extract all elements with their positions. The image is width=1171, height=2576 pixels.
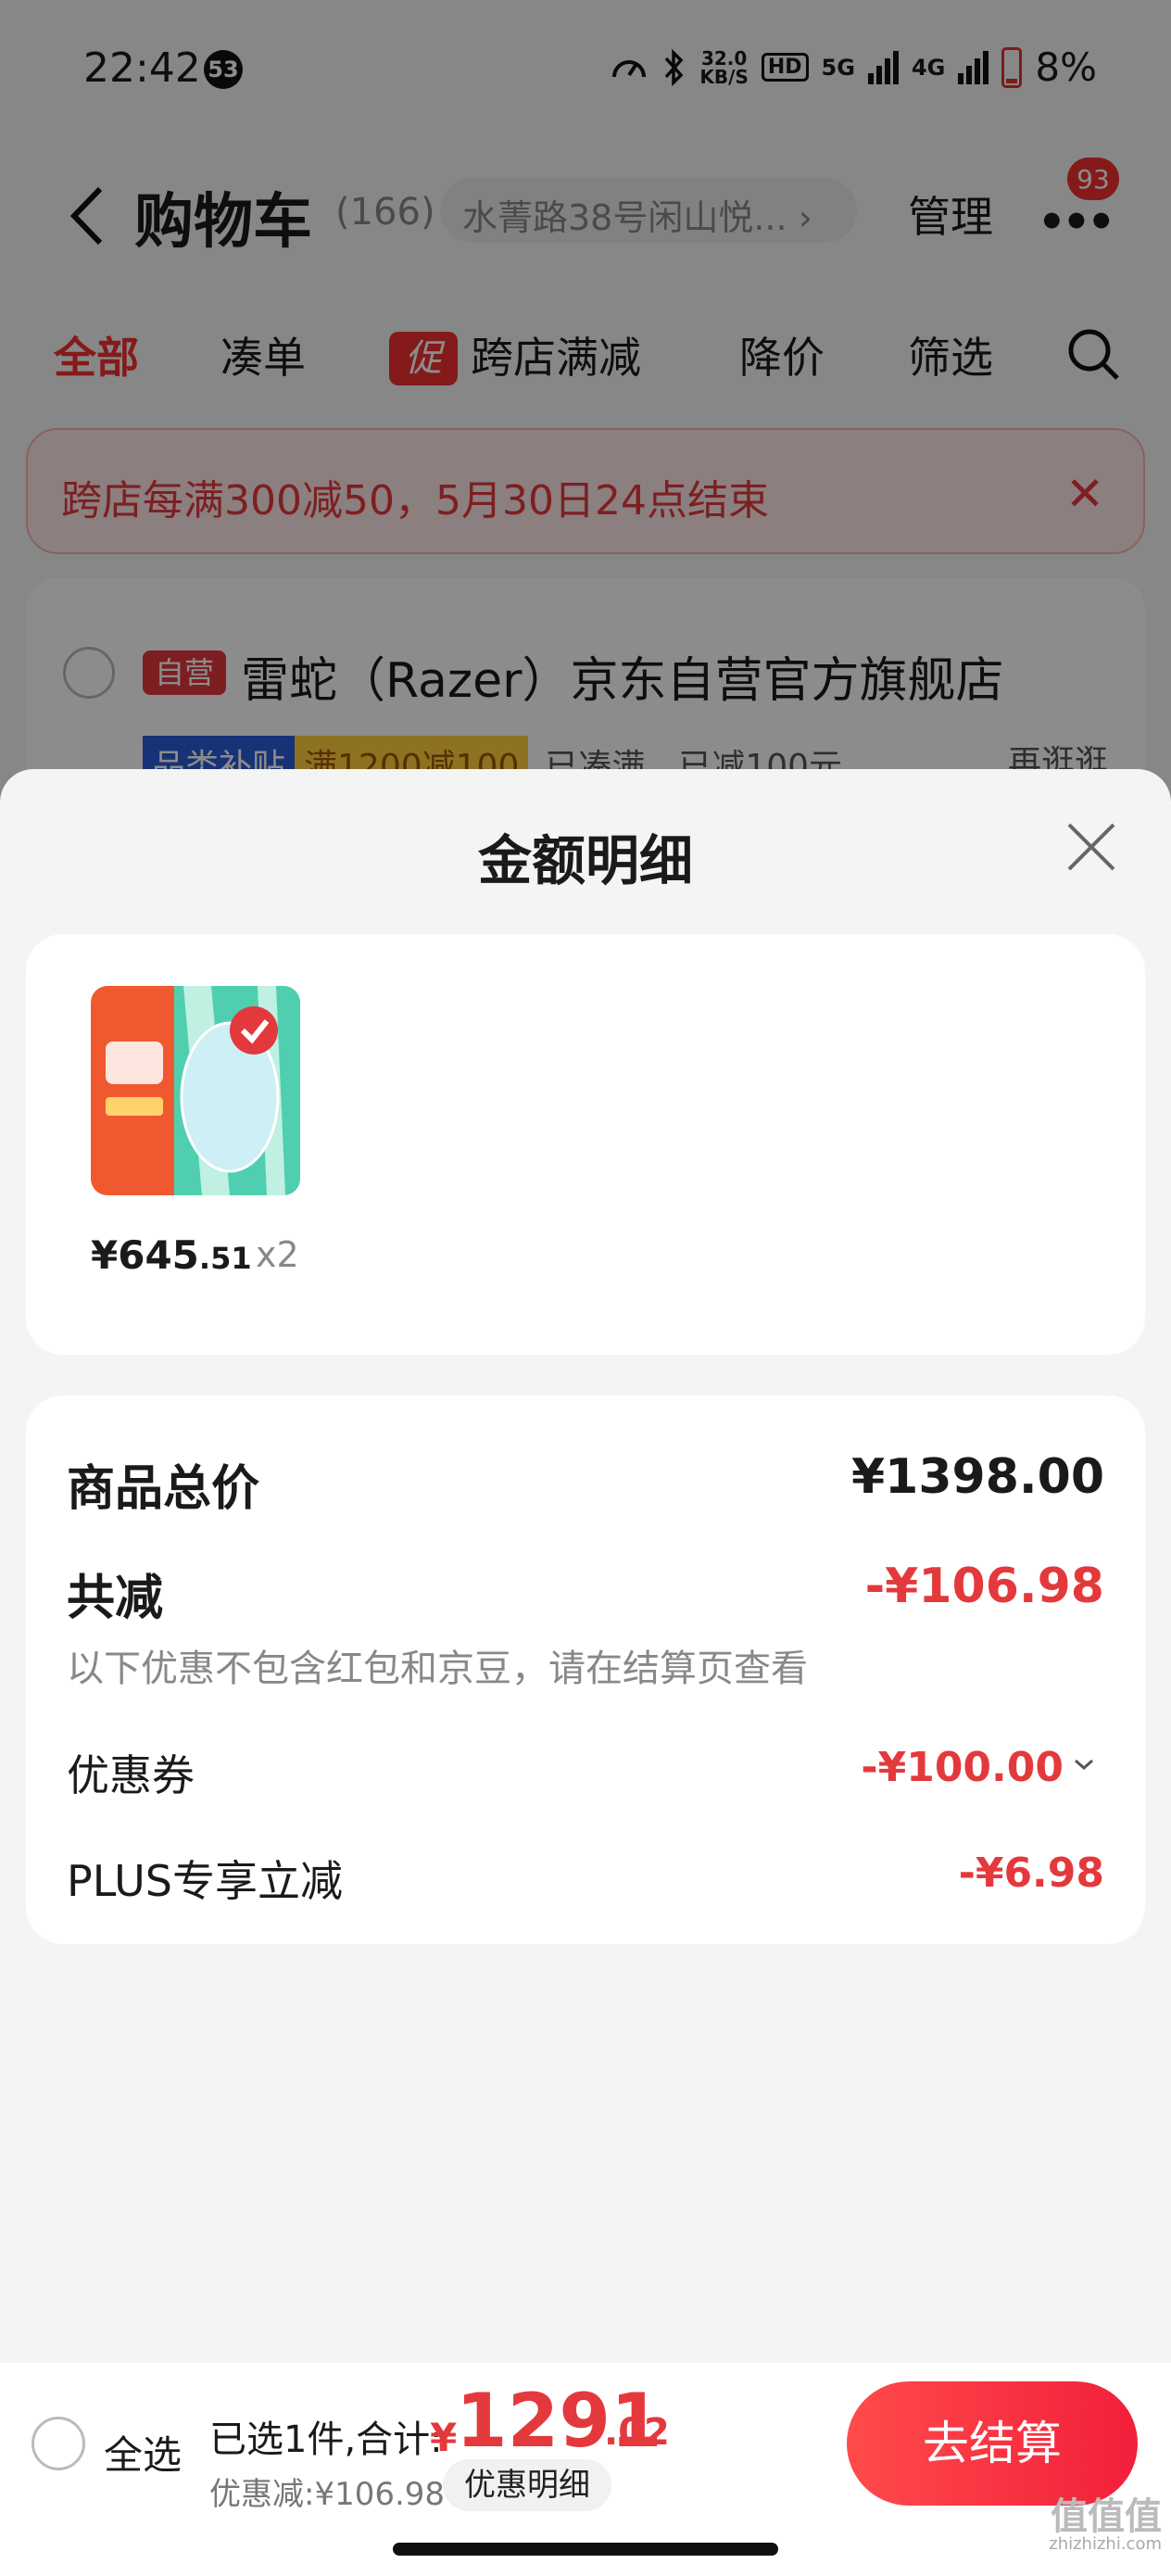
coupon-row[interactable]: -¥100.00	[861, 1744, 1095, 1791]
discount-summary: 优惠减:¥106.98	[209, 2476, 446, 2513]
watermark-site: zhizhizhi.com	[1049, 2534, 1162, 2554]
watermark: 值值值 zhizhizhi.com	[1049, 2498, 1162, 2554]
product-price-main: ¥645	[91, 1232, 199, 1278]
gesture-bar	[0, 2530, 1171, 2576]
plus-discount-label: PLUS专享立减	[67, 1856, 343, 1906]
chevron-down-icon	[1075, 1759, 1093, 1771]
discount-detail-button[interactable]: 优惠明细	[443, 2459, 611, 2511]
total-discount-label: 共减	[67, 1571, 164, 1626]
close-icon[interactable]	[1064, 819, 1119, 875]
product-price-decimal: .51	[198, 1241, 252, 1276]
home-indicator[interactable]	[393, 2543, 778, 2556]
sheet-title: 金额明细	[477, 829, 693, 892]
subtotal-value: ¥1398.00	[850, 1449, 1104, 1505]
price-breakdown-card: 商品总价 ¥1398.00 共减 -¥106.98 以下优惠不包含红包和京豆，请…	[26, 1395, 1145, 1944]
select-all-label[interactable]: 全选	[104, 2424, 182, 2481]
watermark-logo: 值值值	[1051, 2495, 1162, 2538]
selection-summary: 已选1件,合计:	[209, 2418, 443, 2461]
subtotal-label: 商品总价	[67, 1461, 260, 1517]
amount-detail-sheet: 金额明细 ¥645.51 x2 商品总价 ¥1398.00 共减 -¥106.9…	[0, 769, 1171, 2363]
coupon-label: 优惠券	[67, 1750, 195, 1800]
product-quantity: x2	[256, 1234, 299, 1275]
total-currency: ¥	[430, 2415, 458, 2460]
plus-discount-value: -¥6.98	[958, 1850, 1104, 1897]
total-discount-value: -¥106.98	[864, 1559, 1104, 1614]
checkout-button[interactable]: 去结算	[847, 2381, 1138, 2506]
coupon-value: -¥100.00	[861, 1744, 1064, 1791]
product-card: ¥645.51 x2	[26, 934, 1145, 1355]
product-price: ¥645.51	[91, 1232, 252, 1278]
checkout-bar: 全选 已选1件,合计: ¥ 1291 .02 优惠减:¥106.98 优惠明细 …	[0, 2363, 1171, 2530]
product-thumbnail[interactable]	[91, 986, 300, 1195]
total-amount-decimal: .02	[604, 2411, 670, 2454]
discount-note: 以下优惠不包含红包和京豆，请在结算页查看	[67, 1648, 808, 1690]
select-all-checkbox[interactable]	[31, 2417, 85, 2470]
